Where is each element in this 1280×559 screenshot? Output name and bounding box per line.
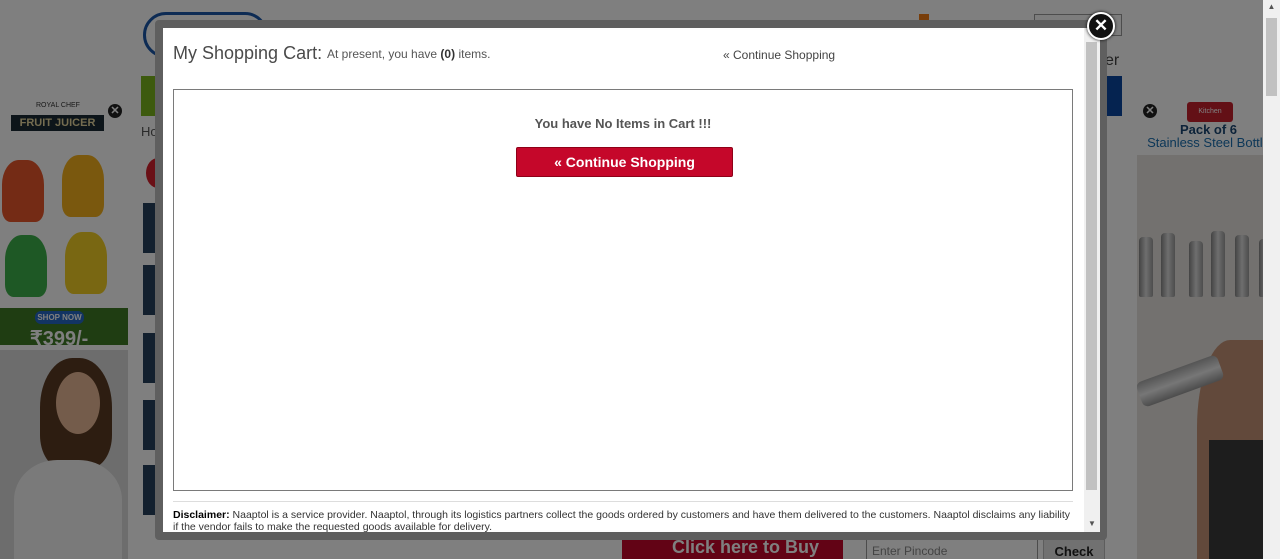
- cart-item-count: (0): [440, 47, 456, 61]
- disclaimer-label: Disclaimer:: [173, 509, 230, 521]
- divider: [173, 501, 1073, 502]
- modal-title: My Shopping Cart:: [173, 43, 323, 63]
- empty-cart-message: You have No Items in Cart !!!: [534, 116, 712, 131]
- page-scroll-thumb[interactable]: [1266, 18, 1277, 96]
- cart-summary-prefix: At present, you have: [327, 47, 438, 61]
- modal-scroll-thumb[interactable]: [1086, 42, 1097, 490]
- cart-summary-suffix: items.: [458, 47, 491, 61]
- continue-shopping-button[interactable]: « Continue Shopping: [516, 147, 733, 177]
- cart-summary: At present, you have (0) items.: [327, 47, 490, 61]
- cart-items-box: You have No Items in Cart !!! « Continue…: [173, 89, 1073, 491]
- modal-header: My Shopping Cart: At present, you have (…: [173, 43, 1073, 65]
- modal-scrollbar[interactable]: ▼: [1084, 28, 1100, 532]
- chevron-up-icon[interactable]: ▲: [1263, 2, 1280, 11]
- disclaimer-text: Naaptol is a service provider. Naaptol, …: [173, 509, 1071, 532]
- close-icon[interactable]: ✕: [1087, 12, 1115, 40]
- shopping-cart-modal: My Shopping Cart: At present, you have (…: [163, 28, 1100, 532]
- page-scrollbar[interactable]: ▲: [1263, 0, 1280, 559]
- chevron-down-icon[interactable]: ▼: [1084, 518, 1100, 530]
- disclaimer: Disclaimer: Naaptol is a service provide…: [173, 509, 1073, 532]
- continue-shopping-link[interactable]: « Continue Shopping: [723, 48, 835, 62]
